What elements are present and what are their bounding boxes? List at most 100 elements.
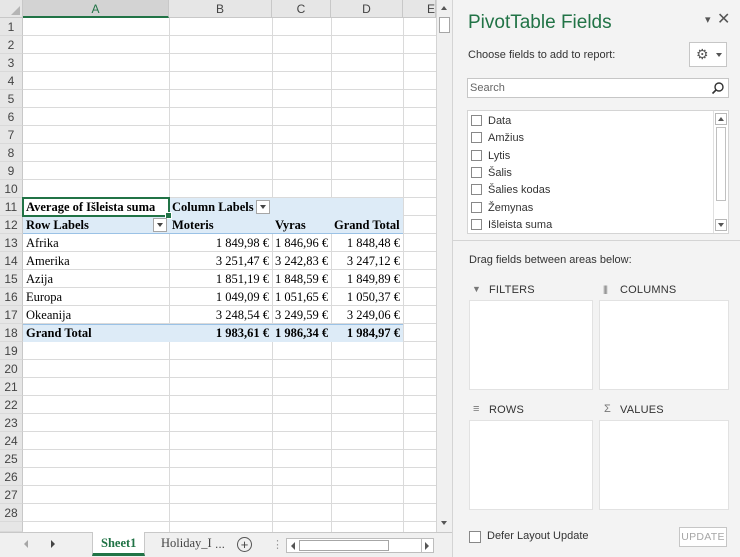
row-header[interactable]: 1 <box>0 18 23 36</box>
pane-options-chevron-icon[interactable]: ▾ <box>705 13 711 26</box>
pivot-grand-total-moteris[interactable]: 1 983,61 € <box>169 324 272 342</box>
row-header[interactable]: 17 <box>0 306 23 324</box>
list-scroll-thumb[interactable] <box>716 127 726 201</box>
worksheet[interactable]: A B C D E 1 2 3 4 5 6 7 8 9 10 11 12 13 14 15 16 17 18 19 2… <box>0 0 452 557</box>
pivot-row-label[interactable]: Afrika <box>23 234 169 252</box>
rows-drop-area[interactable] <box>469 420 593 510</box>
row-header[interactable]: 24 <box>0 432 23 450</box>
row-header[interactable]: 14 <box>0 252 23 270</box>
pivot-value-cell[interactable]: 3 242,83 € <box>272 252 331 270</box>
pivot-value-cell[interactable]: 3 249,59 € <box>272 306 331 324</box>
pivot-value-cell[interactable]: 1 849,98 € <box>169 234 272 252</box>
tab-splitter-icon[interactable]: ⋮ <box>272 539 283 551</box>
sheet-tab-holiday[interactable]: Holiday_I <box>153 532 213 556</box>
row-header[interactable]: 26 <box>0 468 23 486</box>
pivot-grand-total-vyras[interactable]: 1 986,34 € <box>272 324 331 342</box>
horizontal-scrollbar[interactable] <box>286 538 434 553</box>
tab-scroll-left-icon[interactable] <box>24 540 28 548</box>
update-button[interactable]: UPDATE <box>679 527 727 547</box>
row-header[interactable]: 13 <box>0 234 23 252</box>
row-header[interactable]: 11 <box>0 198 23 216</box>
field-checkbox[interactable] <box>471 201 482 213</box>
field-checkbox[interactable] <box>471 184 482 196</box>
pivot-col-header-grand-total[interactable]: Grand Total <box>331 216 403 234</box>
horizontal-scroll-thumb[interactable] <box>299 540 389 551</box>
row-header[interactable]: 2 <box>0 36 23 54</box>
scroll-up-arrow-icon[interactable] <box>437 0 452 16</box>
pivot-row-label[interactable]: Europa <box>23 288 169 306</box>
pivot-value-cell[interactable]: 1 851,19 € <box>169 270 272 288</box>
list-scroll-up-icon[interactable] <box>715 113 727 125</box>
pivot-col-header-vyras[interactable]: Vyras <box>272 216 331 234</box>
field-item[interactable]: Išleista suma <box>471 217 552 234</box>
row-header[interactable]: 28 <box>0 504 23 522</box>
pivot-value-cell[interactable]: 1 846,96 € <box>272 234 331 252</box>
column-header-b[interactable]: B <box>169 0 272 18</box>
pivot-value-cell[interactable]: 1 051,65 € <box>272 288 331 306</box>
pivot-row-label[interactable]: Amerika <box>23 252 169 270</box>
close-icon[interactable]: ✕ <box>717 9 730 29</box>
defer-layout-label[interactable]: Defer Layout Update <box>487 530 589 542</box>
pivot-col-header-moteris[interactable]: Moteris <box>169 216 272 234</box>
pivot-value-cell[interactable]: 3 247,12 € <box>331 252 403 270</box>
row-header[interactable]: 16 <box>0 288 23 306</box>
pivot-row-labels[interactable]: Row Labels <box>23 216 153 234</box>
row-labels-filter-dropdown[interactable] <box>153 218 167 232</box>
tools-gear-button[interactable]: ⚙ <box>689 42 727 67</box>
row-header[interactable]: 6 <box>0 108 23 126</box>
field-checkbox[interactable] <box>471 218 482 230</box>
row-header[interactable]: 22 <box>0 396 23 414</box>
pivot-value-cell[interactable]: 1 050,37 € <box>331 288 403 306</box>
pivot-value-cell[interactable]: 3 249,06 € <box>331 306 403 324</box>
pivot-value-cell[interactable]: 1 049,09 € <box>169 288 272 306</box>
row-header[interactable]: 23 <box>0 414 23 432</box>
column-header-e[interactable]: E <box>403 0 436 18</box>
pivot-value-cell[interactable]: 3 251,47 € <box>169 252 272 270</box>
filters-drop-area[interactable] <box>469 300 593 390</box>
vertical-scroll-thumb[interactable] <box>439 17 450 33</box>
field-checkbox[interactable] <box>471 132 482 144</box>
field-item[interactable]: Žemynas <box>471 200 533 217</box>
row-header[interactable]: 19 <box>0 342 23 360</box>
field-list-scrollbar[interactable] <box>713 111 728 233</box>
sheet-tab-sheet1[interactable]: Sheet1 <box>92 532 146 556</box>
row-header[interactable]: 5 <box>0 90 23 108</box>
field-checkbox[interactable] <box>471 166 482 178</box>
pivot-grand-total-overall[interactable]: 1 984,97 € <box>331 324 403 342</box>
column-header-c[interactable]: C <box>272 0 331 18</box>
row-header[interactable]: 25 <box>0 450 23 468</box>
pivot-value-cell[interactable]: 1 848,48 € <box>331 234 403 252</box>
row-header-partial[interactable] <box>0 522 23 532</box>
add-sheet-button[interactable]: + <box>237 537 252 552</box>
row-header[interactable]: 9 <box>0 162 23 180</box>
list-scroll-down-icon[interactable] <box>715 219 727 231</box>
search-input[interactable] <box>470 80 700 96</box>
column-labels-filter-dropdown[interactable] <box>256 200 270 214</box>
select-all-corner[interactable] <box>0 0 23 18</box>
column-header-d[interactable]: D <box>331 0 403 18</box>
defer-layout-checkbox[interactable] <box>469 531 481 543</box>
values-drop-area[interactable] <box>599 420 729 510</box>
field-checkbox[interactable] <box>471 115 482 126</box>
pivot-column-labels[interactable]: Column Labels <box>169 198 259 216</box>
row-header[interactable]: 15 <box>0 270 23 288</box>
row-header[interactable]: 4 <box>0 72 23 90</box>
field-search-box[interactable] <box>467 78 729 98</box>
row-header[interactable]: 12 <box>0 216 23 234</box>
field-item[interactable]: Lytis <box>471 148 510 165</box>
pivot-row-label[interactable]: Azija <box>23 270 169 288</box>
field-item[interactable]: Data <box>471 113 511 130</box>
row-header[interactable]: 8 <box>0 144 23 162</box>
tab-scroll-right-icon[interactable] <box>51 540 55 548</box>
pivot-value-cell[interactable]: 1 848,59 € <box>272 270 331 288</box>
field-checkbox[interactable] <box>471 149 482 161</box>
row-header[interactable]: 10 <box>0 180 23 198</box>
row-header[interactable]: 21 <box>0 378 23 396</box>
field-item[interactable]: Šalies kodas <box>471 182 550 199</box>
row-header[interactable]: 7 <box>0 126 23 144</box>
row-header[interactable]: 20 <box>0 360 23 378</box>
search-icon[interactable] <box>711 81 725 95</box>
row-header[interactable]: 3 <box>0 54 23 72</box>
row-header[interactable]: 18 <box>0 324 23 342</box>
field-item[interactable]: Šalis <box>471 165 512 182</box>
